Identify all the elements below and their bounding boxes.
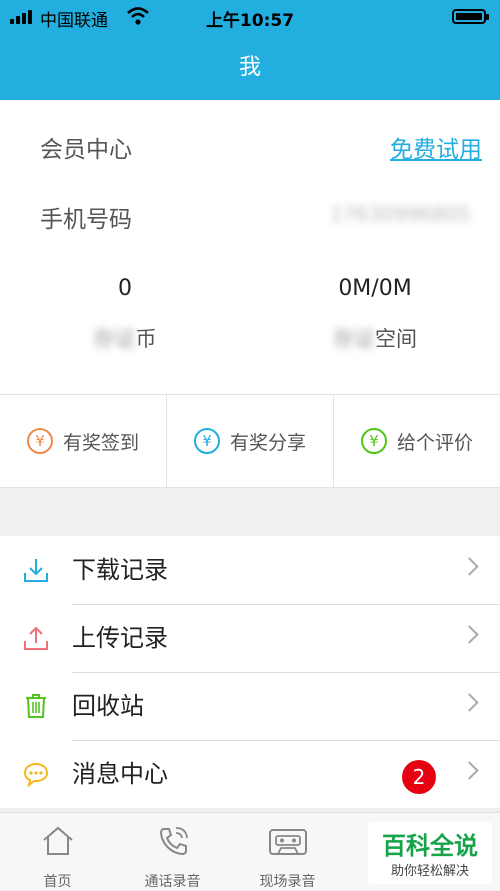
quick-actions: ¥ 有奖签到 ¥ 有奖分享 ¥ 给个评价 [0,394,500,488]
action-label: 有奖分享 [229,431,306,454]
phone-value: 17630996805 [330,202,470,226]
phone-call-icon [115,813,230,857]
coins-label: 币 [135,327,157,351]
checkin-reward-button[interactable]: ¥ 有奖签到 [0,395,167,487]
nav-bar: 我 [0,36,500,100]
menu-item-uploads[interactable]: 上传记录 [0,604,500,673]
coins-stat[interactable]: 0 存证币 [0,276,250,353]
tab-call-recording[interactable]: 通话录音 [115,813,230,890]
rate-app-button[interactable]: ¥ 给个评价 [334,395,500,487]
upload-icon [0,624,72,652]
coins-label-blurred: 存证 [93,327,136,351]
space-label: 空间 [375,327,417,351]
menu-item-label: 上传记录 [72,604,500,673]
phone-label: 手机号码 [40,207,132,233]
status-bar: 中国联通 上午10:57 [0,0,500,36]
tab-label: 首页 [43,874,72,890]
page-title: 我 [238,55,261,80]
watermark-subtitle: 助你轻松解决 [390,864,469,879]
profile-card: 会员中心 免费试用 手机号码 17630996805 0 存证币 0M/0M 存… [0,100,500,394]
yen-icon: ¥ [360,428,387,454]
status-time: 上午10:57 [205,11,295,31]
space-value: 0M/0M [338,276,412,301]
menu-item-label: 回收站 [72,672,500,741]
yen-icon: ¥ [26,428,53,454]
space-label-blurred: 存证 [333,327,375,351]
tab-live-recording[interactable]: 现场录音 [230,813,345,890]
tab-label: 现场录音 [259,874,316,890]
watermark-title: 百科全说 [382,832,478,860]
battery-icon [452,9,489,24]
share-reward-button[interactable]: ¥ 有奖分享 [167,395,334,487]
menu-list: 下载记录 上传记录 回收站 消息中心 2 [0,536,500,808]
tab-home[interactable]: 首页 [0,813,115,890]
tab-label: 通话录音 [144,874,201,890]
action-label: 给个评价 [396,431,473,454]
member-center-label: 会员中心 [40,137,132,163]
trash-icon [0,692,72,720]
cassette-icon [230,813,345,857]
unread-badge: 2 [402,760,436,794]
menu-item-recycle-bin[interactable]: 回收站 [0,672,500,741]
watermark-logo: 百科全说 助你轻松解决 [368,822,492,884]
yen-icon: ¥ [193,428,220,454]
menu-item-downloads[interactable]: 下载记录 [0,536,500,605]
free-trial-link[interactable]: 免费试用 [390,130,482,164]
message-icon [0,760,72,788]
action-label: 有奖签到 [62,431,139,454]
coins-value: 0 [118,276,132,301]
menu-item-messages[interactable]: 消息中心 2 [0,740,500,808]
menu-item-label: 下载记录 [72,536,500,605]
space-stat[interactable]: 0M/0M 存证空间 [250,276,500,353]
home-icon [0,813,115,857]
download-icon [0,556,72,584]
